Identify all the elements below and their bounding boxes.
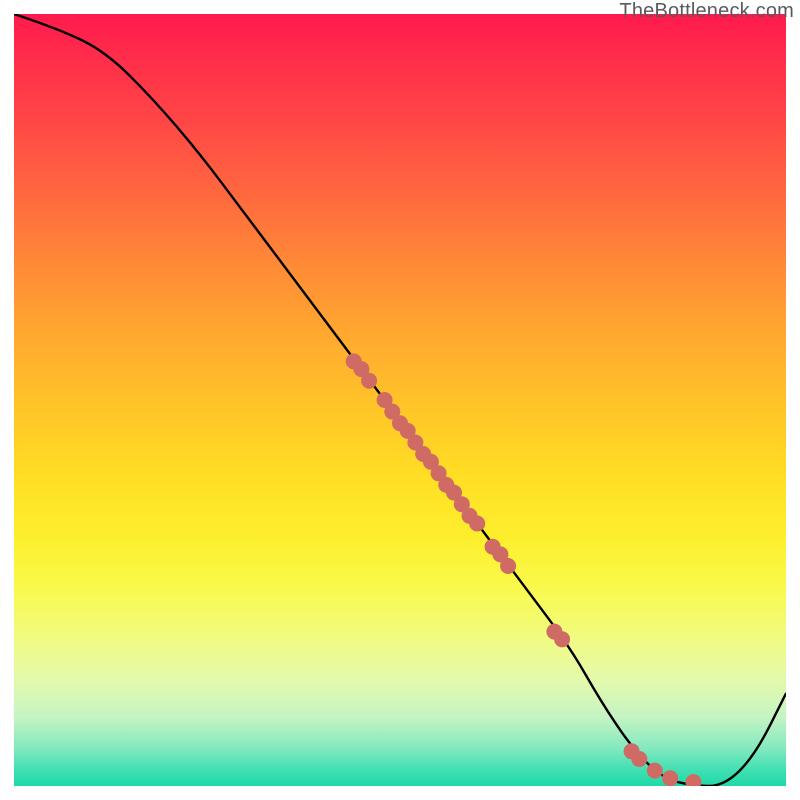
marker-dot bbox=[500, 558, 516, 574]
marker-dot bbox=[685, 774, 701, 786]
chart-stage: TheBottleneck.com bbox=[0, 0, 800, 800]
plot-area bbox=[14, 14, 786, 786]
marker-dot bbox=[631, 751, 647, 767]
watermark-text: TheBottleneck.com bbox=[619, 0, 794, 23]
chart-overlay-svg bbox=[14, 14, 786, 786]
marker-dot bbox=[647, 763, 663, 779]
marker-dots-group bbox=[346, 353, 702, 786]
marker-dot bbox=[554, 631, 570, 647]
bottleneck-curve bbox=[14, 14, 786, 786]
marker-dot bbox=[361, 373, 377, 389]
marker-dot bbox=[469, 516, 485, 532]
marker-dot bbox=[662, 770, 678, 786]
